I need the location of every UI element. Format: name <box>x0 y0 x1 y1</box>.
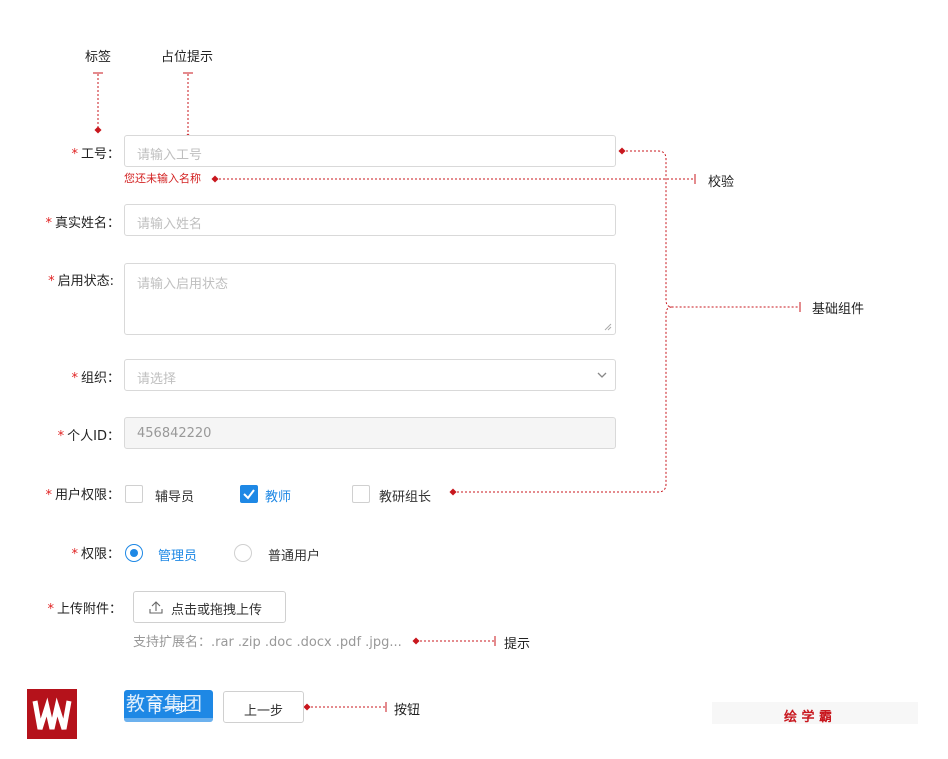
user-permissions-label: * 用户权限： <box>45 488 120 503</box>
prev-button[interactable]: 上一步 <box>223 691 304 723</box>
upload-button[interactable]: 点击或拖拽上传 <box>133 591 286 623</box>
annotation-validation: 校验 <box>708 175 735 190</box>
personal-id-input: 456842220 <box>124 417 616 449</box>
chevron-down-icon <box>597 372 607 378</box>
annotation-label: 标签 <box>85 50 112 65</box>
annotation-button: 按钮 <box>394 703 421 718</box>
checkbox-group-leader[interactable] <box>352 485 370 503</box>
employee-id-input[interactable]: 请输入工号 <box>124 135 616 167</box>
prev-button-label: 上一步 <box>243 704 283 719</box>
checkbox-group-leader-label: 教研组长 <box>379 490 432 505</box>
real-name-label: * 真实姓名： <box>45 216 120 231</box>
upload-button-label: 点击或拖拽上传 <box>171 603 263 618</box>
check-icon <box>243 489 255 500</box>
employee-id-label: * 工号： <box>71 147 120 162</box>
upload-icon <box>149 601 163 614</box>
radio-normal-user[interactable] <box>234 544 252 562</box>
watermark-text: 教育集团 <box>126 693 203 715</box>
permission-label: * 权限： <box>71 547 120 562</box>
annotation-placeholder: 占位提示 <box>161 50 214 65</box>
organization-placeholder: 请选择 <box>137 372 177 387</box>
employee-id-error: 您还未输入名称 <box>124 172 201 185</box>
upload-label: * 上传附件： <box>47 602 122 617</box>
radio-admin-label: 管理员 <box>158 549 198 564</box>
annotation-hint: 提示 <box>504 637 531 652</box>
status-textarea[interactable]: 请输入启用状态 <box>124 263 616 335</box>
brand-logo <box>27 689 77 739</box>
checkbox-teacher[interactable] <box>240 485 258 503</box>
radio-normal-user-label: 普通用户 <box>268 549 321 564</box>
organization-select[interactable]: 请选择 <box>124 359 616 391</box>
w-logo-icon <box>32 697 72 730</box>
organization-label: * 组织： <box>71 371 120 386</box>
required-mark: * <box>71 147 78 162</box>
real-name-placeholder: 请输入姓名 <box>137 217 203 232</box>
radio-admin[interactable] <box>125 544 143 562</box>
annotation-base-components: 基础组件 <box>812 302 865 317</box>
checkbox-counselor-label: 辅导员 <box>155 490 195 505</box>
upload-hint: 支持扩展名：.rar .zip .doc .docx .pdf .jpg... <box>133 635 402 650</box>
status-placeholder: 请输入启用状态 <box>137 277 229 292</box>
status-label: * 启用状态: <box>48 274 114 289</box>
real-name-input[interactable]: 请输入姓名 <box>124 204 616 236</box>
personal-id-label: * 个人ID： <box>57 429 120 444</box>
employee-id-placeholder: 请输入工号 <box>137 148 203 163</box>
personal-id-value: 456842220 <box>137 426 212 441</box>
brand-watermark: 绘 学 霸 <box>784 710 833 725</box>
resize-handle-icon[interactable] <box>604 323 612 331</box>
checkbox-teacher-label: 教师 <box>265 490 292 505</box>
checkbox-counselor[interactable] <box>125 485 143 503</box>
next-button[interactable]: 下一步 教育集团 <box>124 690 213 722</box>
